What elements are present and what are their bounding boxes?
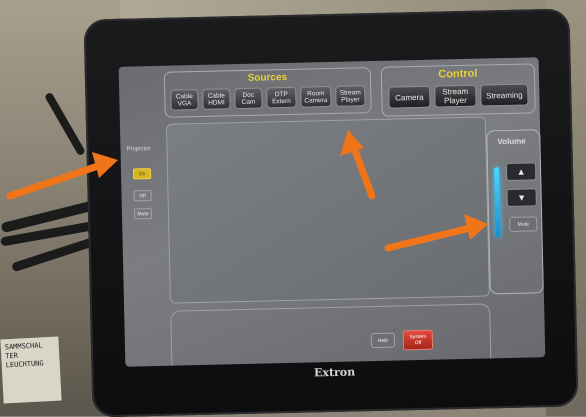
arrow-to-volume <box>384 224 474 252</box>
arrow-to-stream-player <box>350 144 376 200</box>
arrow-head <box>92 152 118 178</box>
arrow-icon <box>6 130 488 252</box>
arrow-to-projector <box>6 162 102 200</box>
arrow-head <box>464 214 488 240</box>
annotation-arrows <box>6 130 488 252</box>
